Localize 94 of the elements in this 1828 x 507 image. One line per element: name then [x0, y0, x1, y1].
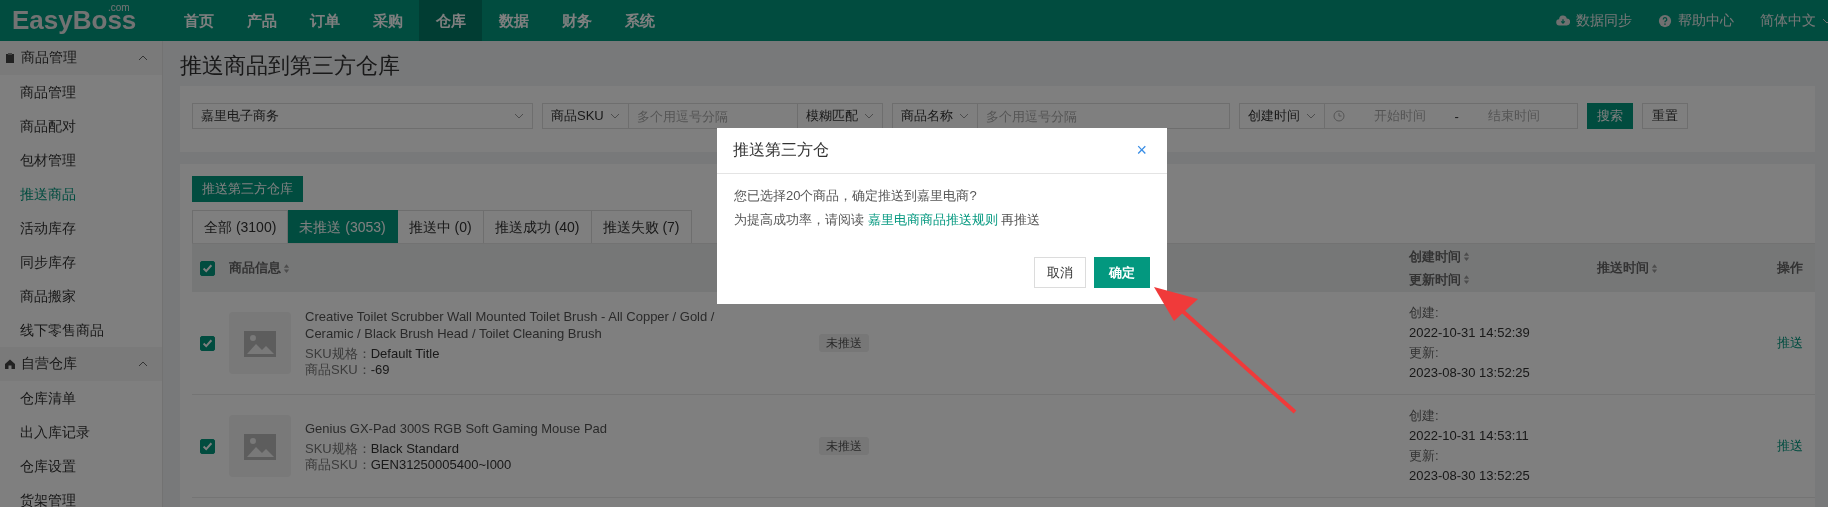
column-header: 操作: [1777, 260, 1803, 275]
field-type-select[interactable]: 商品SKU: [542, 103, 629, 129]
caret-icon: [863, 113, 874, 119]
push-button[interactable]: 推送第三方仓库: [192, 176, 303, 202]
column-header[interactable]: 创建时间: [1409, 247, 1461, 266]
date-type-select[interactable]: 创建时间: [1238, 103, 1325, 129]
updated-time: 2023-08-30 13:52:25: [1409, 364, 1531, 382]
sku-spec: Black Standard: [370, 440, 459, 456]
push-link[interactable]: 推送: [1777, 438, 1803, 453]
sku-spec: Default Title: [370, 346, 440, 361]
date-label: 创建:: [1409, 304, 1440, 322]
sidebar-item[interactable]: 商品管理: [0, 75, 162, 109]
sidebar-item[interactable]: 仓库设置: [0, 449, 162, 483]
dialog-hint: 为提高成功率，请阅读 嘉里电商商品推送规则 再推送: [734, 211, 1042, 229]
sidebar-item[interactable]: 同步库存: [0, 245, 162, 279]
product-title: Genius GX-Pad 300S RGB Soft Gaming Mouse Pad: [305, 419, 608, 437]
push-link[interactable]: 推送: [1777, 335, 1803, 350]
caret-icon: [1822, 17, 1828, 24]
date-label: 创建:: [1409, 407, 1440, 425]
nav-tab[interactable]: 产品: [230, 0, 293, 41]
sidebar-item[interactable]: 推送商品: [0, 177, 162, 211]
sidebar-item[interactable]: 包材管理: [0, 143, 162, 177]
dialog-message: 您已选择20个商品，确定推送到嘉里电商?: [734, 187, 978, 205]
header-link[interactable]: 数据同步: [1576, 11, 1632, 30]
clock-icon: [1332, 110, 1345, 122]
sort-icon[interactable]: [1463, 274, 1470, 285]
field-label: SKU规格：: [305, 440, 371, 456]
nav-tab[interactable]: 仓库: [419, 0, 482, 41]
sort-icon[interactable]: [283, 262, 290, 274]
column-header[interactable]: 更新时间: [1409, 270, 1461, 289]
reset-button[interactable]: 重置: [1641, 103, 1688, 129]
caret-icon: [514, 113, 524, 119]
status-tab[interactable]: 推送失败 (7): [591, 210, 692, 243]
header-link[interactable]: 帮助中心: [1678, 11, 1734, 30]
caret-icon: [958, 113, 969, 119]
confirm-button[interactable]: 确定: [1094, 257, 1150, 288]
nav-tab[interactable]: 采购: [356, 0, 419, 41]
sidebar-group[interactable]: 自营仓库: [0, 347, 162, 381]
caret-icon: [138, 361, 148, 367]
sidebar-item[interactable]: 活动库存: [0, 211, 162, 245]
sort-icon[interactable]: [1463, 251, 1470, 262]
cloud-download-icon: [1556, 13, 1570, 28]
product-sku: -69: [370, 362, 390, 377]
product-sku: GEN31250005400~I000: [370, 456, 512, 472]
nav-tab[interactable]: 数据: [482, 0, 545, 41]
nav-tab[interactable]: 财务: [545, 0, 608, 41]
sidebar-item[interactable]: 商品配对: [0, 109, 162, 143]
image-placeholder-icon: [229, 312, 291, 374]
caret-icon: [609, 113, 620, 119]
column-header[interactable]: 推送时间: [1597, 259, 1649, 277]
language-select[interactable]: 简体中文: [1760, 11, 1816, 30]
product-title: Creative Toilet Scrubber Wall Mounted Toilet Brush - All Copper / Gold / Ceramic / Black Brush Head / Toilet Cleaning Brush: [305, 308, 716, 342]
store-select[interactable]: 嘉里电子商务: [192, 103, 533, 129]
created-time: 2022-10-31 14:53:11: [1409, 427, 1530, 445]
rules-link[interactable]: 嘉里电商商品推送规则: [867, 212, 998, 227]
sort-icon[interactable]: [1651, 262, 1658, 274]
house-icon: [4, 358, 16, 370]
nav-tab[interactable]: 首页: [167, 0, 230, 41]
created-time: 2022-10-31 14:52:39: [1409, 324, 1531, 342]
match-select[interactable]: 模糊匹配: [796, 103, 883, 129]
nav-tab[interactable]: 系统: [608, 0, 671, 41]
status-tab[interactable]: 推送成功 (40): [483, 210, 592, 243]
caret-icon: [1305, 113, 1316, 119]
select-all-checkbox[interactable]: [200, 260, 215, 276]
date-label: 更新:: [1409, 447, 1440, 465]
field-label: 商品SKU：: [305, 362, 371, 377]
column-header[interactable]: 商品信息: [229, 259, 281, 277]
updated-time: 2023-08-30 13:52:25: [1409, 467, 1531, 485]
sidebar-item[interactable]: 货架管理: [0, 483, 162, 507]
sidebar-item[interactable]: 出入库记录: [0, 415, 162, 449]
help-icon: [1658, 13, 1672, 28]
field-type-select[interactable]: 商品名称: [891, 103, 978, 129]
clipboard-icon: [4, 52, 16, 64]
field-label: 商品SKU：: [305, 456, 371, 472]
sidebar-group[interactable]: 商品管理: [0, 41, 162, 75]
image-placeholder-icon: [229, 415, 291, 477]
sidebar-item[interactable]: 仓库清单: [0, 381, 162, 415]
row-checkbox[interactable]: [200, 438, 215, 454]
caret-icon: [138, 55, 148, 61]
sidebar-item[interactable]: 线下零售商品: [0, 313, 162, 347]
field-label: SKU规格：: [305, 346, 371, 361]
date-label: 更新:: [1409, 344, 1440, 362]
status-tab[interactable]: 推送中 (0): [397, 210, 484, 243]
search-button[interactable]: 搜索: [1586, 103, 1633, 129]
nav-tab[interactable]: 订单: [293, 0, 356, 41]
close-button[interactable]: ×: [1132, 140, 1151, 161]
sidebar-item[interactable]: 商品搬家: [0, 279, 162, 313]
cancel-button[interactable]: 取消: [1034, 257, 1086, 288]
row-checkbox[interactable]: [200, 335, 215, 351]
status-tab[interactable]: 未推送 (3053): [288, 210, 398, 243]
page-title: 推送商品到第三方仓库: [180, 52, 401, 80]
dialog-title: 推送第三方仓: [733, 140, 829, 160]
status-badge: 未推送: [819, 436, 869, 455]
status-badge: 未推送: [819, 333, 869, 352]
